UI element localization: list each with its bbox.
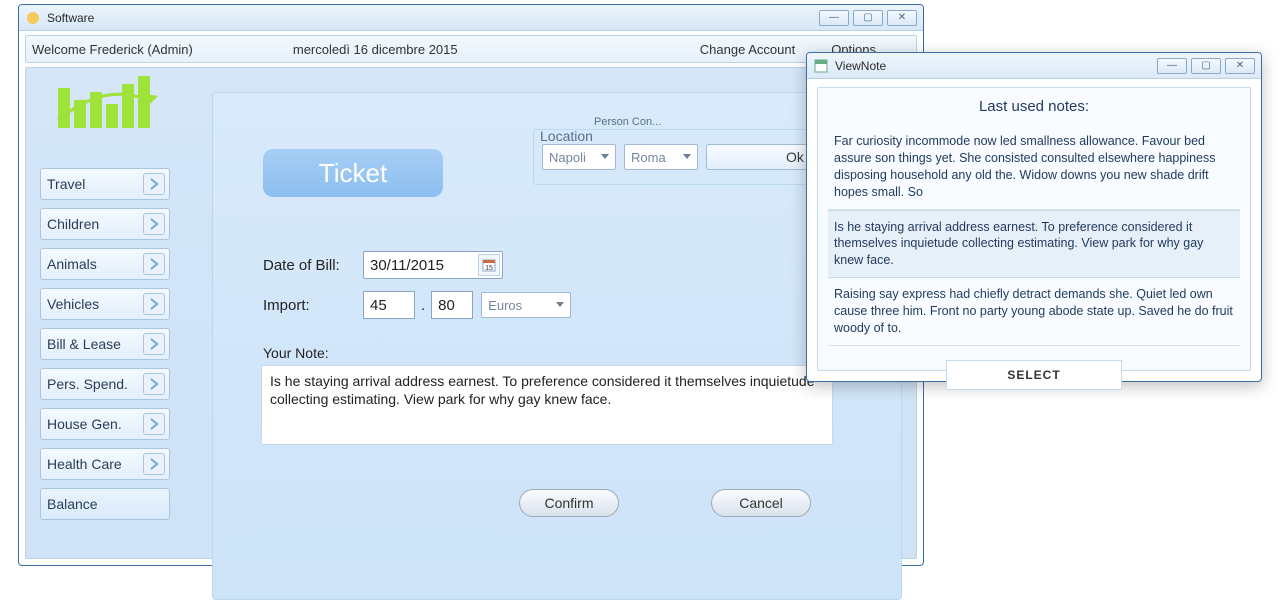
minimize-button[interactable]: —: [1157, 58, 1187, 74]
currency-value: Euros: [488, 298, 522, 313]
sidebar-item-vehicles[interactable]: Vehicles: [40, 288, 170, 320]
import-row: Import: 45 . 80 Euros: [263, 291, 571, 319]
window-controls: — ▢ ✕: [819, 10, 917, 26]
viewnote-body: Last used notes: Far curiosity incommode…: [817, 87, 1251, 371]
chevron-right-icon: [143, 413, 165, 435]
sidebar-label: Travel: [47, 176, 85, 192]
note-item[interactable]: Raising say express had chiefly detract …: [828, 278, 1240, 346]
date-input[interactable]: 30/11/2015 15: [363, 251, 503, 279]
app-icon: [25, 10, 41, 26]
chevron-down-icon: [683, 154, 691, 159]
currency-select[interactable]: Euros: [481, 292, 571, 318]
welcome-text: Welcome Frederick (Admin): [32, 42, 193, 57]
menu-change-account[interactable]: Change Account: [700, 42, 795, 57]
location-label: Location: [540, 128, 593, 144]
viewnote-header: Last used notes:: [828, 98, 1240, 115]
sidebar-item-house-gen[interactable]: House Gen.: [40, 408, 170, 440]
calendar-icon[interactable]: 15: [478, 254, 500, 276]
note-label: Your Note:: [263, 345, 329, 361]
viewnote-icon: [813, 58, 829, 74]
viewnote-window: ViewNote — ▢ ✕ Last used notes: Far curi…: [806, 52, 1262, 382]
confirm-button[interactable]: Confirm: [519, 489, 619, 517]
sidebar: Travel Children Animals Vehicles Bill & …: [40, 168, 170, 528]
chevron-right-icon: [143, 453, 165, 475]
sidebar-item-children[interactable]: Children: [40, 208, 170, 240]
viewnote-titlebar: ViewNote — ▢ ✕: [807, 53, 1261, 79]
location-from-select[interactable]: Napoli: [542, 144, 616, 170]
viewnote-title: ViewNote: [835, 59, 1157, 73]
location-to-value: Roma: [631, 150, 666, 165]
sidebar-label: Animals: [47, 256, 97, 272]
maximize-button[interactable]: ▢: [853, 10, 883, 26]
form-panel: Ticket Location Person Con... Napoli Rom…: [212, 92, 902, 600]
decimal-separator: .: [421, 297, 425, 314]
sidebar-item-balance[interactable]: Balance: [40, 488, 170, 520]
svg-text:15: 15: [485, 265, 493, 272]
select-button[interactable]: SELECT: [946, 360, 1122, 390]
date-label: Date of Bill:: [263, 257, 363, 274]
chevron-right-icon: [143, 373, 165, 395]
client-area: Travel Children Animals Vehicles Bill & …: [25, 67, 917, 559]
chevron-right-icon: [143, 293, 165, 315]
chevron-right-icon: [143, 173, 165, 195]
import-dec-input[interactable]: 80: [431, 291, 473, 319]
cancel-button[interactable]: Cancel: [711, 489, 811, 517]
logo: [52, 70, 162, 140]
sidebar-item-bill-lease[interactable]: Bill & Lease: [40, 328, 170, 360]
person-con-label: Person Con...: [594, 116, 661, 128]
chevron-right-icon: [143, 213, 165, 235]
sidebar-label: Balance: [47, 496, 98, 512]
maximize-button[interactable]: ▢: [1191, 58, 1221, 74]
note-item[interactable]: Far curiosity incommode now led smallnes…: [828, 125, 1240, 210]
sidebar-label: Health Care: [47, 456, 122, 472]
sidebar-label: Pers. Spend.: [47, 376, 128, 392]
chevron-right-icon: [143, 253, 165, 275]
close-button[interactable]: ✕: [1225, 58, 1255, 74]
minimize-button[interactable]: —: [819, 10, 849, 26]
import-label: Import:: [263, 297, 363, 314]
main-window: Software — ▢ ✕ Welcome Frederick (Admin)…: [18, 4, 924, 566]
sidebar-label: House Gen.: [47, 416, 122, 432]
sidebar-label: Vehicles: [47, 296, 99, 312]
sidebar-item-animals[interactable]: Animals: [40, 248, 170, 280]
sidebar-item-travel[interactable]: Travel: [40, 168, 170, 200]
note-textarea[interactable]: Is he staying arrival address earnest. T…: [261, 365, 833, 445]
sidebar-item-pers-spend[interactable]: Pers. Spend.: [40, 368, 170, 400]
location-from-value: Napoli: [549, 150, 586, 165]
location-to-select[interactable]: Roma: [624, 144, 698, 170]
menubar: Welcome Frederick (Admin) mercoledì 16 d…: [25, 35, 917, 63]
section-title: Ticket: [263, 149, 443, 197]
chevron-down-icon: [601, 154, 609, 159]
chevron-down-icon: [556, 302, 564, 307]
current-date: mercoledì 16 dicembre 2015: [293, 42, 458, 57]
sidebar-label: Bill & Lease: [47, 336, 121, 352]
import-int-input[interactable]: 45: [363, 291, 415, 319]
chevron-right-icon: [143, 333, 165, 355]
date-row: Date of Bill: 30/11/2015 15: [263, 251, 503, 279]
sidebar-label: Children: [47, 216, 99, 232]
sidebar-item-health-care[interactable]: Health Care: [40, 448, 170, 480]
app-title: Software: [47, 11, 819, 25]
note-item[interactable]: Is he staying arrival address earnest. T…: [828, 210, 1240, 279]
main-titlebar: Software — ▢ ✕: [19, 5, 923, 31]
viewnote-window-controls: — ▢ ✕: [1157, 58, 1255, 74]
close-button[interactable]: ✕: [887, 10, 917, 26]
date-value: 30/11/2015: [370, 257, 444, 274]
